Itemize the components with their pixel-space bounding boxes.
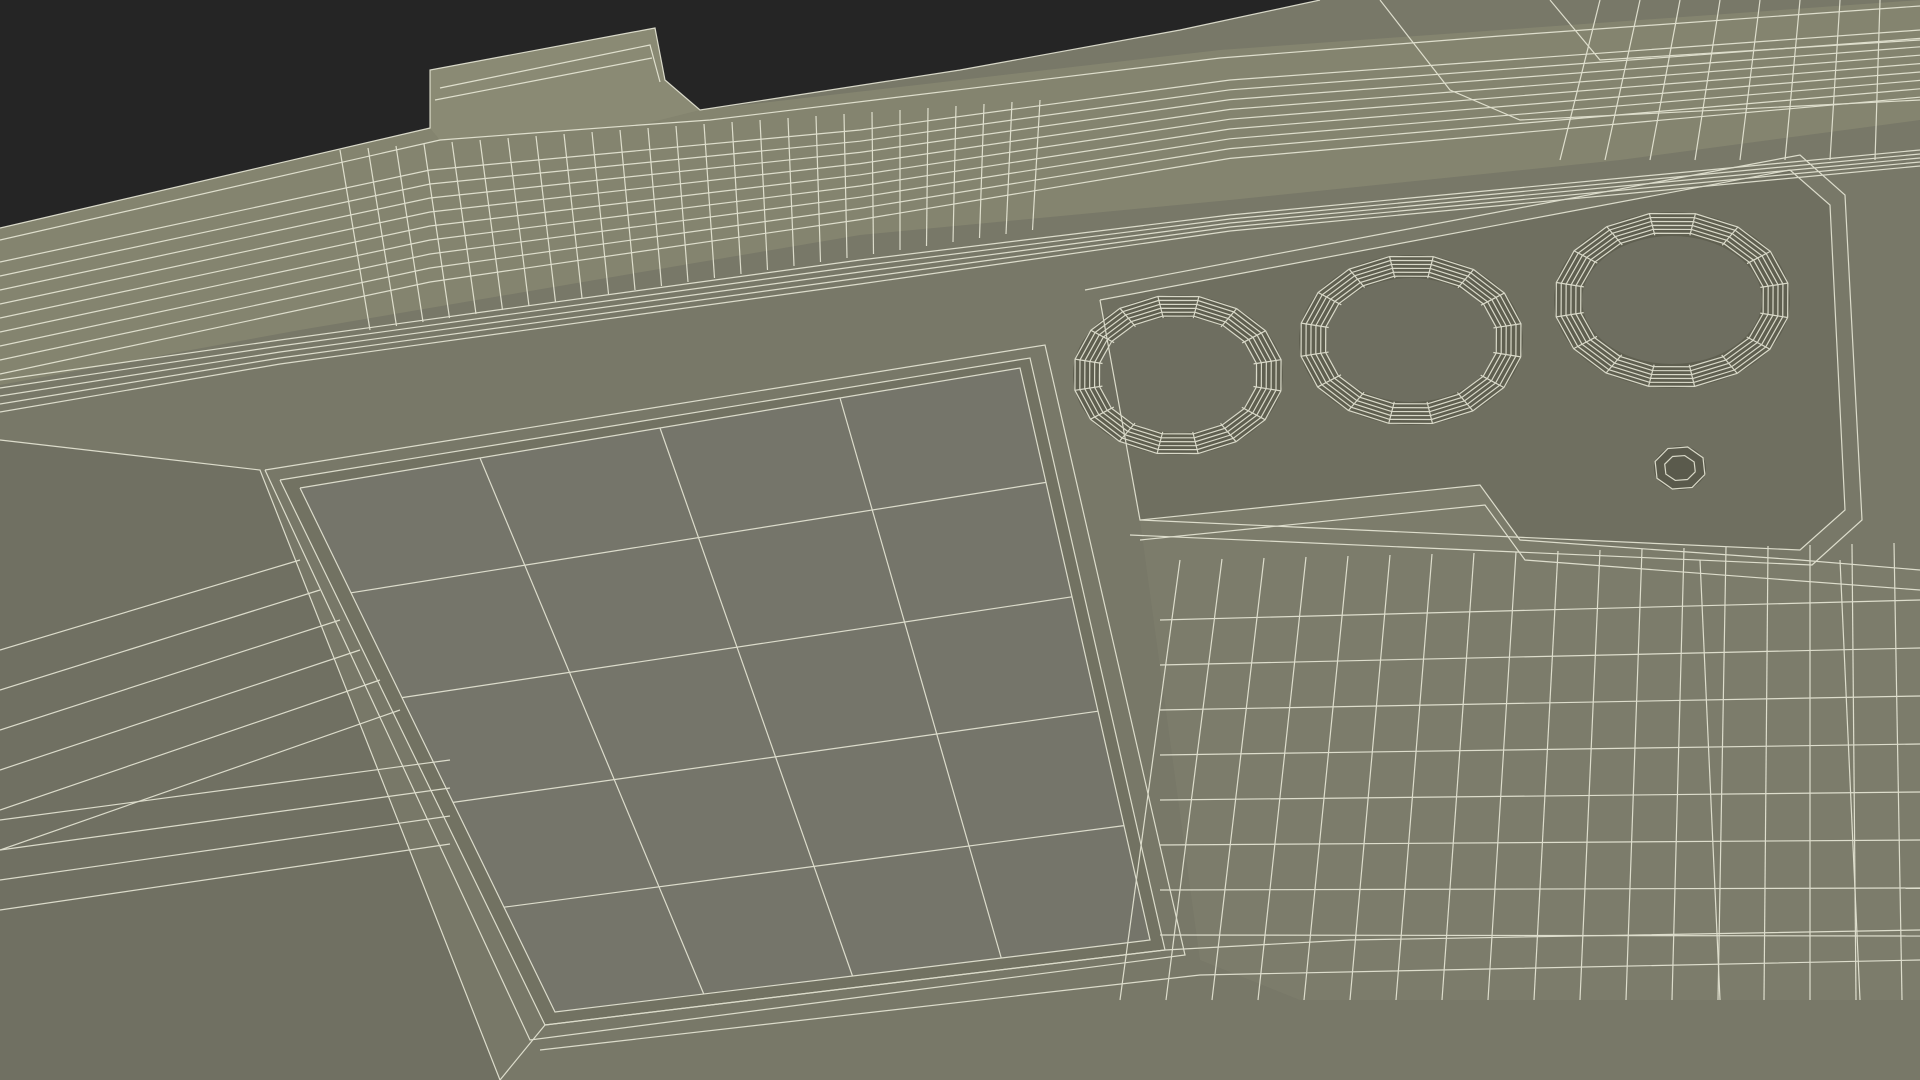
wireframe-model: [0, 0, 1920, 1080]
lower-block: [1140, 485, 1920, 1000]
small-screw-hole: [1654, 446, 1706, 490]
render-viewport: [0, 0, 1920, 1080]
